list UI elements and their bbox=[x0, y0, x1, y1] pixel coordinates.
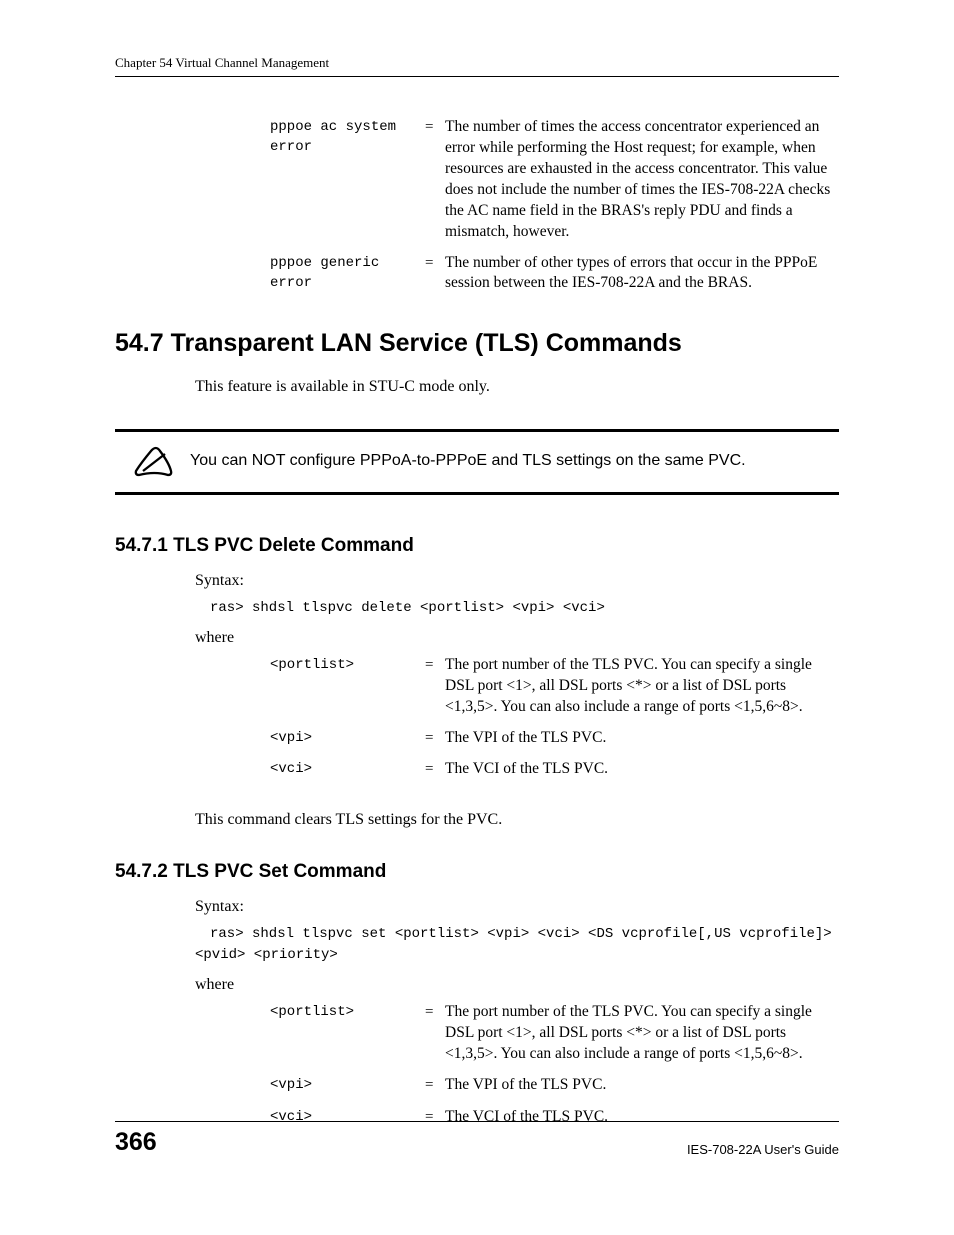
syntax-label: Syntax: bbox=[195, 572, 839, 590]
def-eq: = bbox=[425, 1075, 445, 1097]
section-heading-5471: 54.7.1 TLS PVC Delete Command bbox=[115, 535, 839, 557]
guide-name: IES-708-22A User's Guide bbox=[687, 1142, 839, 1157]
page-number: 366 bbox=[115, 1128, 157, 1157]
def-term: <vpi> bbox=[270, 728, 425, 750]
def-term: <vpi> bbox=[270, 1075, 425, 1097]
code-line: ras> shdsl tlspvc set <portlist> <vpi> <… bbox=[210, 924, 839, 945]
def-row: pppoe ac system error = The number of ti… bbox=[270, 117, 839, 243]
def-eq: = bbox=[425, 728, 445, 750]
def-eq: = bbox=[425, 1002, 445, 1065]
syntax-label: Syntax: bbox=[195, 898, 839, 916]
document-page: Chapter 54 Virtual Channel Management pp… bbox=[0, 0, 954, 1187]
section-intro: This feature is available in STU-C mode … bbox=[195, 376, 839, 398]
def-term: <portlist> bbox=[270, 1002, 425, 1065]
def-desc: The port number of the TLS PVC. You can … bbox=[445, 1002, 839, 1065]
where-label: where bbox=[195, 629, 839, 647]
definition-table-top: pppoe ac system error = The number of ti… bbox=[270, 117, 839, 294]
section-closing: This command clears TLS settings for the… bbox=[195, 809, 839, 831]
def-row: <vci> = The VCI of the TLS PVC. bbox=[270, 759, 839, 781]
code-line: ras> shdsl tlspvc delete <portlist> <vpi… bbox=[210, 598, 839, 619]
def-eq: = bbox=[425, 655, 445, 718]
note-block: You can NOT configure PPPoA-to-PPPoE and… bbox=[115, 429, 839, 495]
definition-table-5471: <portlist> = The port number of the TLS … bbox=[270, 655, 839, 781]
section-heading-5472: 54.7.2 TLS PVC Set Command bbox=[115, 861, 839, 883]
code-line: <pvid> <priority> bbox=[195, 945, 839, 966]
def-term: pppoe ac system error bbox=[270, 117, 425, 243]
def-desc: The VPI of the TLS PVC. bbox=[445, 1075, 839, 1097]
definition-table-5472: <portlist> = The port number of the TLS … bbox=[270, 1002, 839, 1128]
note-text: You can NOT configure PPPoA-to-PPPoE and… bbox=[190, 451, 839, 472]
def-row: <vpi> = The VPI of the TLS PVC. bbox=[270, 728, 839, 750]
def-eq: = bbox=[425, 117, 445, 243]
def-row: pppoe generic error = The number of othe… bbox=[270, 253, 839, 295]
def-desc: The VCI of the TLS PVC. bbox=[445, 759, 839, 781]
def-term: pppoe generic error bbox=[270, 253, 425, 295]
chapter-header: Chapter 54 Virtual Channel Management bbox=[115, 55, 839, 77]
def-desc: The VPI of the TLS PVC. bbox=[445, 728, 839, 750]
def-row: <portlist> = The port number of the TLS … bbox=[270, 1002, 839, 1065]
def-eq: = bbox=[425, 759, 445, 781]
page-footer: 366 IES-708-22A User's Guide bbox=[115, 1121, 839, 1157]
def-eq: = bbox=[425, 253, 445, 295]
note-icon bbox=[115, 445, 190, 479]
section-heading-547: 54.7 Transparent LAN Service (TLS) Comma… bbox=[115, 329, 839, 358]
def-desc: The port number of the TLS PVC. You can … bbox=[445, 655, 839, 718]
def-desc: The number of other types of errors that… bbox=[445, 253, 839, 295]
def-row: <portlist> = The port number of the TLS … bbox=[270, 655, 839, 718]
def-row: <vpi> = The VPI of the TLS PVC. bbox=[270, 1075, 839, 1097]
def-term: <portlist> bbox=[270, 655, 425, 718]
def-desc: The number of times the access concentra… bbox=[445, 117, 839, 243]
where-label: where bbox=[195, 976, 839, 994]
def-term: <vci> bbox=[270, 759, 425, 781]
